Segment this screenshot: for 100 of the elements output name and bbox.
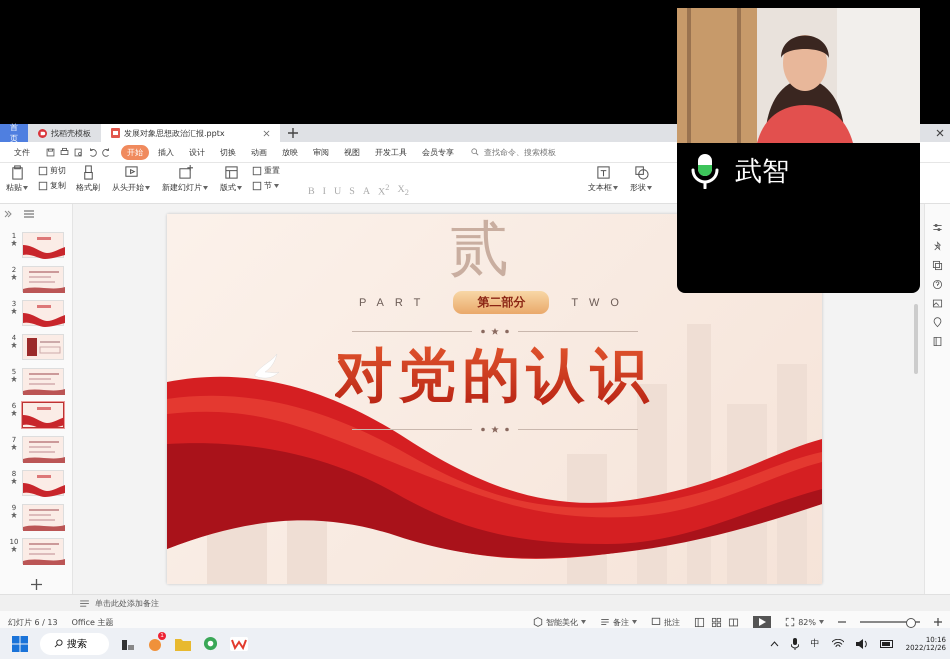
toolbar-button[interactable]: 版式 (218, 165, 244, 193)
toolbar-button[interactable]: 新建幻灯片 (160, 165, 210, 193)
beautify-button[interactable]: 智能美化 (533, 616, 586, 628)
book-icon[interactable] (932, 336, 943, 347)
animation-icon (11, 376, 17, 382)
notes-button[interactable]: 备注 (600, 616, 638, 628)
search-button[interactable]: 搜索 (40, 632, 109, 654)
tab[interactable]: 首页 (0, 124, 28, 142)
toolbar-button[interactable]: 格式刷 (74, 165, 102, 193)
paste-icon (10, 165, 24, 180)
caret-icon (819, 620, 824, 624)
volume-icon[interactable] (856, 638, 868, 648)
slide-thumbnail[interactable] (22, 402, 64, 428)
preview-icon[interactable] (73, 146, 84, 158)
comment-icon (651, 617, 662, 627)
redo-icon[interactable] (101, 146, 112, 158)
undo-icon[interactable] (87, 146, 98, 158)
menu-tab[interactable]: 动画 (245, 144, 273, 160)
new-slide-icon (178, 165, 192, 180)
menu-tab[interactable]: 审阅 (307, 144, 335, 160)
search-icon (54, 639, 63, 648)
zoom-button[interactable]: 82% (785, 617, 824, 627)
animation-icon (11, 546, 17, 552)
start-icon[interactable] (12, 636, 28, 652)
part-number: TWO (571, 296, 630, 308)
chevron-up-icon[interactable] (770, 640, 779, 646)
help-icon[interactable] (932, 279, 943, 290)
menu-tab[interactable]: 开发工具 (369, 144, 413, 160)
input-method[interactable]: 中 (810, 637, 820, 650)
zoom-slider[interactable] (906, 618, 916, 628)
part-label: PART (359, 296, 432, 308)
normal-view-icon[interactable] (694, 616, 706, 628)
copy-icon[interactable] (932, 260, 943, 271)
dove-icon (254, 354, 280, 378)
toolbar-button[interactable]: 重置 (252, 165, 280, 176)
menu-tab[interactable]: 切换 (214, 144, 242, 160)
notes-icon (80, 600, 89, 606)
watermark-character: 贰 (449, 218, 509, 281)
microphone-icon (689, 153, 721, 189)
toolbar-button[interactable]: 复制 (38, 180, 66, 191)
menu-tab[interactable]: 文件 (8, 144, 36, 160)
slide-counter: 幻灯片 6 / 13 (8, 616, 58, 628)
print-icon[interactable] (59, 146, 70, 158)
play-button[interactable] (753, 616, 772, 628)
animation-icon (11, 308, 17, 314)
menu-tab[interactable]: 放映 (276, 144, 304, 160)
star-ornament-icon (480, 328, 510, 335)
fit-icon (785, 617, 796, 627)
notes-icon (600, 617, 610, 627)
toolbar-button[interactable]: 形状 (628, 165, 654, 193)
close-icon[interactable] (936, 129, 944, 137)
comments-button[interactable]: 批注 (651, 616, 680, 628)
caret-icon (581, 620, 586, 624)
list-view-icon[interactable] (24, 210, 34, 218)
search-field[interactable]: 查找命令、搜索模板 (471, 146, 576, 158)
star-ornament-icon (480, 426, 510, 432)
wifi-icon[interactable] (832, 638, 844, 648)
toolbar-button[interactable]: 从头开始 (110, 165, 152, 193)
play-slide-icon (124, 165, 138, 180)
participant-name: 武智 (735, 155, 789, 189)
close-icon[interactable] (262, 130, 270, 136)
zoom-in-icon[interactable] (934, 618, 942, 626)
animation-icon (11, 478, 17, 484)
menu-tab[interactable]: 会员专享 (416, 144, 460, 160)
grid-view-icon[interactable] (711, 616, 722, 628)
new-tab-icon[interactable] (288, 128, 298, 138)
image-icon[interactable] (932, 298, 943, 309)
tab[interactable]: 发展对象思想政治汇报.pptx (101, 124, 280, 142)
reading-view-icon[interactable] (728, 616, 740, 628)
notes-field[interactable]: 单击此处添加备注 (93, 598, 297, 608)
logo-icon (38, 128, 47, 138)
text-box-icon (596, 165, 610, 180)
browser-icon[interactable] (203, 636, 218, 651)
menu-tab[interactable]: 插入 (152, 144, 180, 160)
location-icon[interactable] (932, 317, 943, 328)
caret-icon (632, 620, 638, 624)
scrollbar[interactable] (914, 304, 918, 374)
theme-name: Office 主题 (72, 616, 114, 628)
expand-icon[interactable] (4, 210, 12, 218)
add-slide-icon[interactable] (30, 579, 42, 590)
save-icon[interactable] (45, 146, 56, 158)
toolbar-button[interactable]: 文本框 (586, 165, 620, 193)
play-icon (758, 618, 766, 626)
wps-icon[interactable] (230, 636, 248, 650)
menu-tab[interactable]: 视图 (338, 144, 366, 160)
animation-icon (11, 410, 17, 416)
microphone-icon[interactable] (790, 638, 799, 650)
toolbar-button[interactable]: 粘贴 (4, 165, 30, 193)
sliders-icon[interactable] (932, 222, 943, 233)
animation-icon (11, 444, 17, 450)
toolbar-button[interactable]: 节 (252, 180, 280, 191)
menu-tab[interactable]: 设计 (183, 144, 211, 160)
tab[interactable]: 找稻壳模板 (28, 124, 101, 142)
pin-icon[interactable] (932, 241, 943, 252)
file-icon (111, 128, 120, 138)
battery-icon[interactable] (880, 640, 894, 648)
animation-icon (11, 342, 17, 348)
layout-icon (224, 165, 238, 180)
animation-icon (11, 240, 17, 246)
toolbar-button[interactable]: 剪切 (38, 165, 66, 176)
